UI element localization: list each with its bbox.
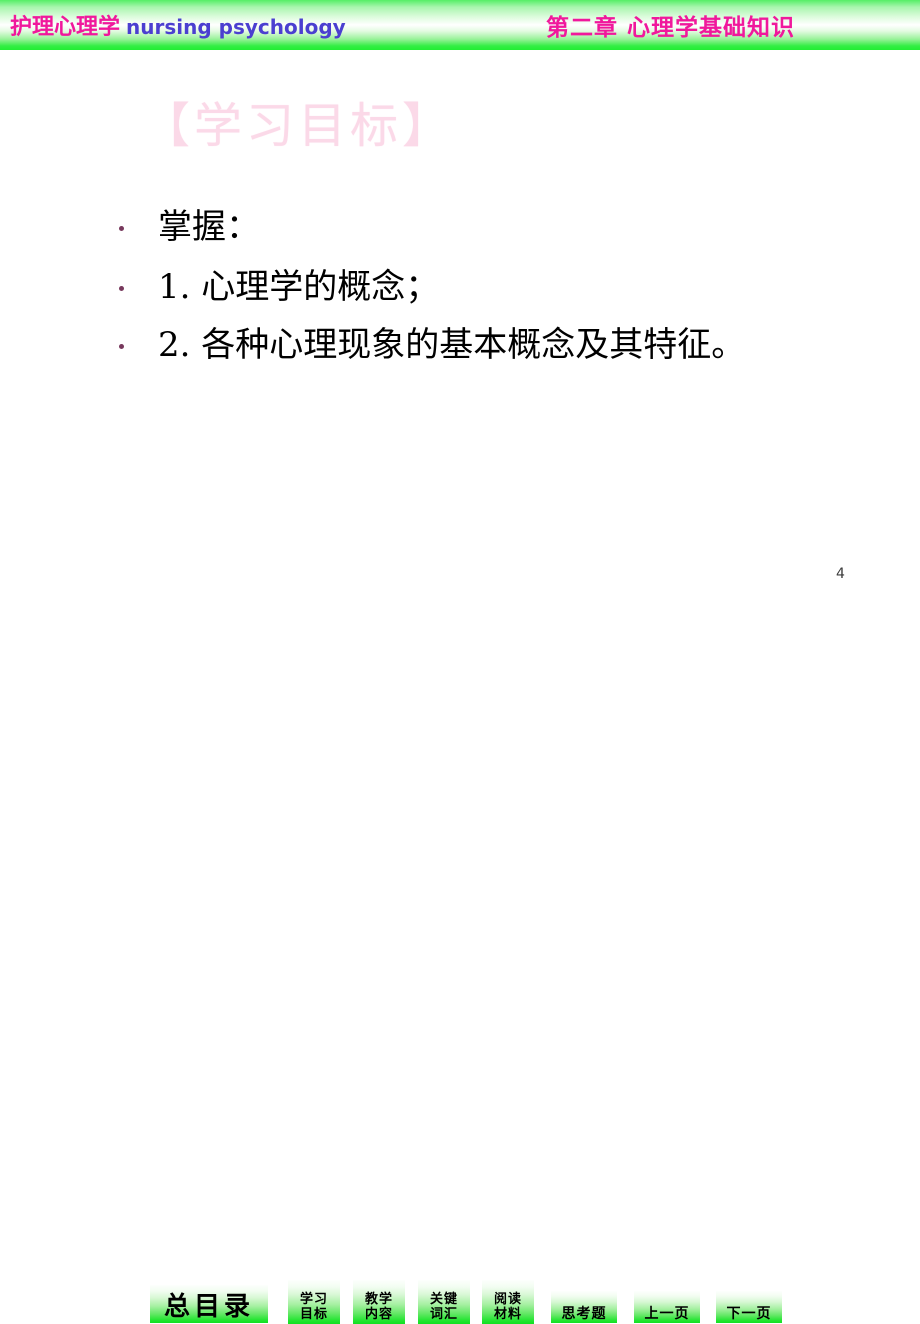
nav-button-label: 下一页: [726, 1306, 772, 1323]
chapter-title: 第二章 心理学基础知识: [546, 15, 796, 41]
nav-button-label: 上一页: [644, 1306, 690, 1323]
list-item: 1. 心理学的概念；: [112, 254, 912, 312]
nav-button-label-line2: 材料: [493, 1307, 522, 1322]
nav-button-label-line1: 教学: [364, 1292, 393, 1307]
nav-button-label-line1: 学习: [299, 1292, 328, 1307]
header-left-title: 护理心理学 nursing psychology: [10, 9, 346, 41]
nav-button-teaching-content[interactable]: 教学 内容: [353, 1280, 405, 1324]
nav-button-label-line2: 目标: [299, 1307, 328, 1322]
nav-button-review-questions[interactable]: 思考题: [551, 1291, 617, 1323]
nav-button-keywords[interactable]: 关键 词汇: [418, 1280, 470, 1324]
nav-button-label-line2: 内容: [364, 1307, 393, 1322]
nav-button-reading-material[interactable]: 阅读 材料: [482, 1280, 534, 1324]
list-item: 2. 各种心理现象的基本概念及其特征。: [112, 312, 912, 370]
nav-button-label-line2: 词汇: [429, 1307, 458, 1322]
nav-button-label: 总目录: [163, 1291, 254, 1322]
navigation-bar: 总目录 学习 目标 教学 内容 关键 词汇 阅读 材料 思考题 上一页 下一页: [0, 640, 920, 1324]
bullet-dot-icon: [112, 225, 130, 231]
nav-button-label-line1: 阅读: [493, 1292, 522, 1307]
page-title: 【学习目标】: [142, 98, 455, 154]
list-item-text: 1. 心理学的概念；: [158, 266, 440, 307]
nav-button-label-line1: 关键: [429, 1292, 458, 1307]
nav-button-label: 思考题: [561, 1306, 607, 1323]
header-band: 护理心理学 nursing psychology 第二章 心理学基础知识: [0, 0, 920, 50]
course-title-en: nursing psychology: [126, 15, 346, 39]
page-number: 4: [836, 566, 845, 582]
list-item-text: 2. 各种心理现象的基本概念及其特征。: [158, 324, 746, 365]
header-inner: 护理心理学 nursing psychology 第二章 心理学基础知识: [0, 0, 920, 50]
nav-button-next-page[interactable]: 下一页: [716, 1291, 782, 1323]
bullet-dot-icon: [112, 285, 130, 291]
list-item-text: 掌握：: [158, 206, 260, 247]
bullet-dot-icon: [112, 343, 130, 349]
learning-objectives-list: 掌握： 1. 心理学的概念； 2. 各种心理现象的基本概念及其特征。: [112, 192, 912, 370]
course-title-cn: 护理心理学: [10, 15, 121, 40]
nav-button-learning-objectives[interactable]: 学习 目标: [288, 1280, 340, 1324]
nav-button-main-contents[interactable]: 总目录: [150, 1285, 268, 1323]
nav-button-previous-page[interactable]: 上一页: [634, 1291, 700, 1323]
list-item: 掌握：: [112, 192, 912, 254]
